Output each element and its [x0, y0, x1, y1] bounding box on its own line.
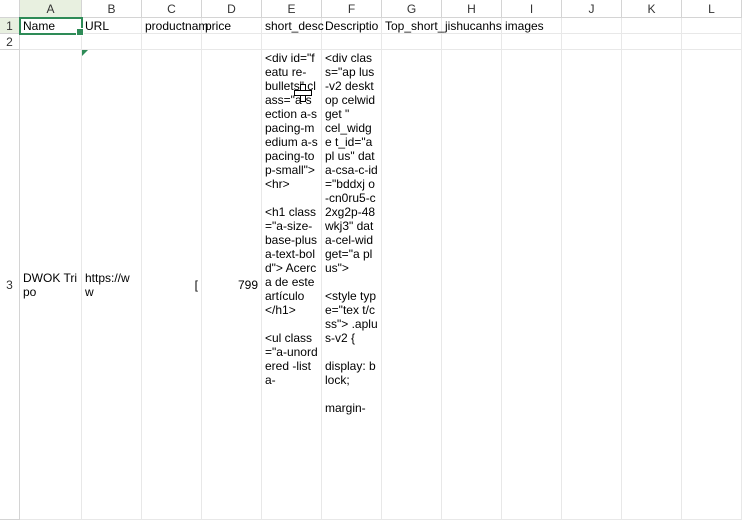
- cell-D2[interactable]: [202, 34, 262, 50]
- cell-J1[interactable]: [562, 18, 622, 34]
- cell-A3[interactable]: DWOK Tripo: [20, 50, 82, 520]
- cell-C2[interactable]: [142, 34, 202, 50]
- cell-K2[interactable]: [622, 34, 682, 50]
- col-header-D[interactable]: D: [202, 0, 262, 18]
- cell-E3[interactable]: <div id="featu re- bullets" class="a-sec…: [262, 50, 322, 520]
- cell-I3[interactable]: [502, 50, 562, 520]
- col-header-K[interactable]: K: [622, 0, 682, 18]
- col-header-J[interactable]: J: [562, 0, 622, 18]
- cell-J3[interactable]: [562, 50, 622, 520]
- cell-L2[interactable]: [682, 34, 742, 50]
- cell-E2[interactable]: [262, 34, 322, 50]
- cell-G1[interactable]: Top_short_: [382, 18, 442, 34]
- cell-B3-text: https://ww: [85, 271, 138, 299]
- cell-B2[interactable]: [82, 34, 142, 50]
- cell-D1[interactable]: price: [202, 18, 262, 34]
- col-header-I[interactable]: I: [502, 0, 562, 18]
- row-header-1[interactable]: 1: [0, 18, 20, 34]
- select-all-corner[interactable]: [0, 0, 20, 18]
- cell-C1[interactable]: productnam: [142, 18, 202, 34]
- cell-B1[interactable]: URL: [82, 18, 142, 34]
- cell-B3[interactable]: https://ww: [82, 50, 142, 520]
- cell-A2[interactable]: [20, 34, 82, 50]
- row-header-3[interactable]: 3: [0, 50, 20, 520]
- error-indicator-icon: [82, 50, 88, 56]
- col-header-H[interactable]: H: [442, 0, 502, 18]
- cell-H1[interactable]: jishucanhs: [442, 18, 502, 34]
- cell-I1[interactable]: images: [502, 18, 562, 34]
- cell-H3[interactable]: [442, 50, 502, 520]
- cell-C3[interactable]: [: [142, 50, 202, 520]
- cell-G3[interactable]: [382, 50, 442, 520]
- cell-K3[interactable]: [622, 50, 682, 520]
- spreadsheet-grid[interactable]: A B C D E F G H I J K L 1 Name URL produ…: [0, 0, 750, 520]
- col-header-A[interactable]: A: [20, 0, 82, 18]
- cell-L3[interactable]: [682, 50, 742, 520]
- cell-G2[interactable]: [382, 34, 442, 50]
- col-header-B[interactable]: B: [82, 0, 142, 18]
- row-header-2[interactable]: 2: [0, 34, 20, 50]
- col-header-G[interactable]: G: [382, 0, 442, 18]
- cell-H2[interactable]: [442, 34, 502, 50]
- cell-L1[interactable]: [682, 18, 742, 34]
- cell-A1[interactable]: Name: [20, 18, 82, 34]
- col-header-L[interactable]: L: [682, 0, 742, 18]
- col-header-E[interactable]: E: [262, 0, 322, 18]
- cell-I2[interactable]: [502, 34, 562, 50]
- cell-F1[interactable]: Descriptio: [322, 18, 382, 34]
- cell-J2[interactable]: [562, 34, 622, 50]
- cell-E1[interactable]: short_desc: [262, 18, 322, 34]
- cell-K1[interactable]: [622, 18, 682, 34]
- col-header-F[interactable]: F: [322, 0, 382, 18]
- cell-F3[interactable]: <div class="ap lus-v2 desktop celwidget …: [322, 50, 382, 520]
- col-header-C[interactable]: C: [142, 0, 202, 18]
- cell-D3[interactable]: 799: [202, 50, 262, 520]
- cell-F2[interactable]: [322, 34, 382, 50]
